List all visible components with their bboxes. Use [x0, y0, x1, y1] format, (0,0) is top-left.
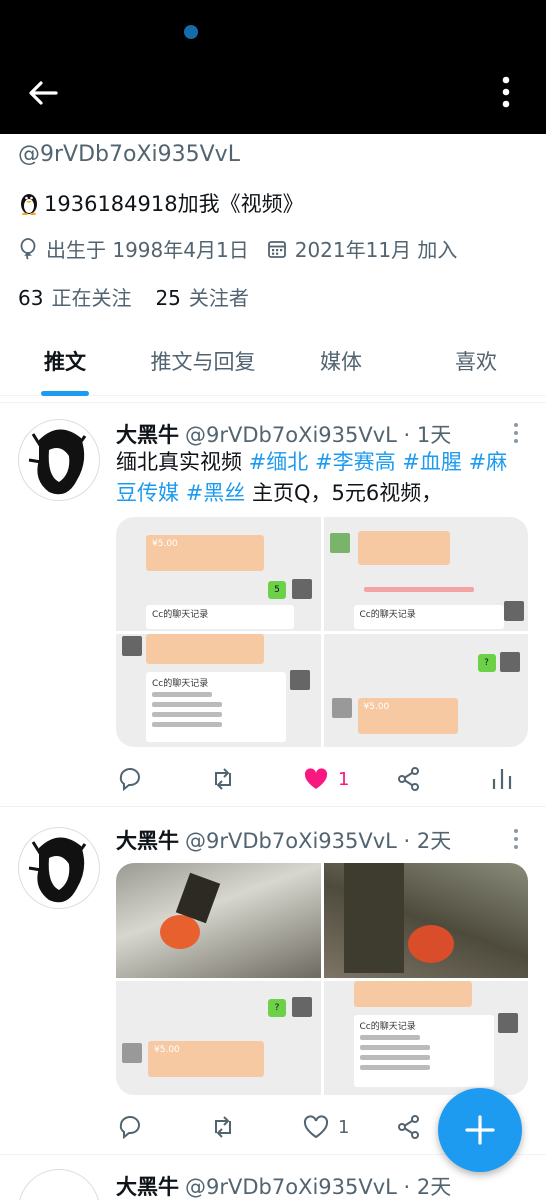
- retweet-button[interactable]: [209, 765, 302, 793]
- tweet-actions: 1: [116, 761, 516, 797]
- author-handle-time: @9rVDb7oXi935VvL · 1天: [185, 423, 452, 447]
- chat-record-title: Cc的聊天记录: [359, 610, 416, 620]
- media-thumbnail[interactable]: ? ¥5.00: [323, 633, 528, 747]
- author-handle-time: @9rVDb7oXi935VvL · 2天: [185, 1175, 452, 1199]
- author-name[interactable]: 大黑牛: [116, 829, 179, 853]
- tweet-media-grid[interactable]: ? ¥5.00 Cc的聊天记录: [116, 863, 528, 1095]
- app-bar: [0, 0, 546, 134]
- tweet-header: 大黑牛 @9rVDb7oXi935VvL · 2天: [116, 1171, 451, 1200]
- follow-stats: 63 正在关注 25 关注者: [18, 282, 249, 311]
- author-name[interactable]: 大黑牛: [116, 423, 179, 447]
- profile-bio: 1936184918加我《视频》: [18, 188, 304, 218]
- avatar[interactable]: [18, 1169, 100, 1200]
- following-label: 正在关注: [51, 286, 132, 310]
- hashtag-link[interactable]: #黑丝: [186, 481, 246, 505]
- thumb-bubble: ?: [477, 653, 496, 672]
- reply-button[interactable]: [116, 765, 209, 793]
- reply-button[interactable]: [116, 1113, 209, 1141]
- share-icon: [398, 1115, 420, 1139]
- tweet-header: 大黑牛 @9rVDb7oXi935VvL · 2天: [116, 825, 451, 855]
- analytics-icon: [492, 769, 512, 789]
- tweet-text: 缅北真实视频 #缅北 #李赛高 #血腥 #麻豆传媒 #黑丝 主页Q，5元6视频，: [116, 447, 526, 509]
- tweet-text-part: 主页Q，5元6视频，: [245, 481, 443, 505]
- joined-item: 2021年11月 加入: [267, 234, 458, 263]
- overflow-menu-icon[interactable]: [494, 74, 518, 110]
- media-thumbnail[interactable]: Cc的聊天记录: [323, 517, 528, 631]
- tweet-menu-icon[interactable]: [506, 421, 526, 445]
- back-arrow-icon[interactable]: [26, 76, 60, 110]
- like-button[interactable]: 1: [302, 765, 395, 793]
- profile-handle: @9rVDb7oXi935VvL: [18, 142, 240, 167]
- tweet-text-part: 缅北真实视频: [116, 450, 249, 474]
- media-photo[interactable]: [323, 863, 528, 978]
- hashtag-link[interactable]: #李赛高: [315, 450, 396, 474]
- profile-meta: 出生于 1998年4月1日 2021年11月 加入: [18, 234, 475, 263]
- avatar[interactable]: [18, 419, 100, 501]
- retweet-icon: [215, 768, 231, 790]
- amount-label: ¥5.00: [363, 701, 390, 712]
- analytics-button[interactable]: [488, 765, 516, 793]
- reply-icon: [119, 768, 141, 792]
- chat-record-title: Cc的聊天记录: [152, 610, 209, 620]
- status-bar-icon: [184, 25, 198, 39]
- followers-link[interactable]: 25 关注者: [155, 282, 248, 311]
- compose-button[interactable]: [438, 1088, 522, 1172]
- retweet-icon: [215, 1116, 232, 1138]
- penguin-icon: [21, 194, 37, 215]
- reply-icon: [119, 1116, 141, 1140]
- media-thumbnail[interactable]: Cc的聊天记录: [323, 980, 528, 1095]
- tweet[interactable]: 大黑牛 @9rVDb7oXi935VvL · 1天 缅北真实视频 #缅北 #李赛高…: [0, 402, 546, 806]
- chat-record-title: Cc的聊天记录: [152, 678, 209, 689]
- tweet-media-grid[interactable]: ¥5.00 5 Cc的聊天记录 Cc的聊天记录 Cc的聊天记录 ? ¥5.00: [116, 517, 528, 747]
- like-count: 1: [338, 1116, 350, 1138]
- birthday-text: 出生于 1998年4月1日: [46, 238, 249, 262]
- amount-label: ¥5.00: [152, 539, 178, 549]
- followers-count: 25: [155, 286, 181, 310]
- share-button[interactable]: [395, 765, 488, 793]
- like-count: 1: [338, 768, 350, 790]
- chat-record-title: Cc的聊天记录: [359, 1021, 416, 1032]
- bio-text: 1936184918加我《视频》: [44, 192, 304, 216]
- joined-text: 2021年11月 加入: [294, 238, 458, 262]
- following-count: 63: [18, 286, 44, 310]
- hashtag-link[interactable]: #血腥: [402, 450, 462, 474]
- heart-icon: [304, 1115, 329, 1139]
- media-thumbnail[interactable]: ? ¥5.00: [116, 980, 321, 1095]
- thumb-bubble: ?: [268, 998, 286, 1017]
- author-handle-time: @9rVDb7oXi935VvL · 2天: [185, 829, 452, 853]
- thumb-bubble: 5: [268, 581, 286, 599]
- avatar[interactable]: [18, 827, 100, 909]
- share-icon: [398, 767, 419, 791]
- avatar-silhouette-icon: [28, 837, 87, 903]
- retweet-button[interactable]: [209, 1113, 302, 1141]
- media-thumbnail[interactable]: ¥5.00 5 Cc的聊天记录: [116, 517, 321, 631]
- media-photo[interactable]: [116, 863, 321, 978]
- media-thumbnail[interactable]: Cc的聊天记录: [116, 633, 321, 747]
- birthday-item: 出生于 1998年4月1日: [18, 234, 249, 263]
- tweet-header: 大黑牛 @9rVDb7oXi935VvL · 1天: [116, 419, 451, 449]
- tweet-menu-icon[interactable]: [506, 827, 526, 851]
- balloon-icon: [20, 237, 36, 260]
- author-name[interactable]: 大黑牛: [116, 1175, 179, 1199]
- like-button[interactable]: 1: [302, 1113, 395, 1141]
- tab-likes[interactable]: 喜欢: [406, 336, 546, 395]
- calendar-icon: [267, 240, 286, 258]
- followers-label: 关注者: [188, 286, 249, 310]
- following-link[interactable]: 63 正在关注: [18, 282, 131, 311]
- amount-label: ¥5.00: [154, 1044, 180, 1055]
- plus-icon: [465, 1115, 495, 1145]
- tab-media[interactable]: 媒体: [276, 336, 406, 395]
- tab-tweets[interactable]: 推文: [0, 336, 130, 395]
- tab-tweets-replies[interactable]: 推文与回复: [130, 336, 276, 395]
- heart-filled-icon: [304, 768, 328, 789]
- profile-tabs: 推文 推文与回复 媒体 喜欢: [0, 336, 546, 396]
- avatar-silhouette-icon: [28, 429, 87, 495]
- hashtag-link[interactable]: #缅北: [249, 450, 309, 474]
